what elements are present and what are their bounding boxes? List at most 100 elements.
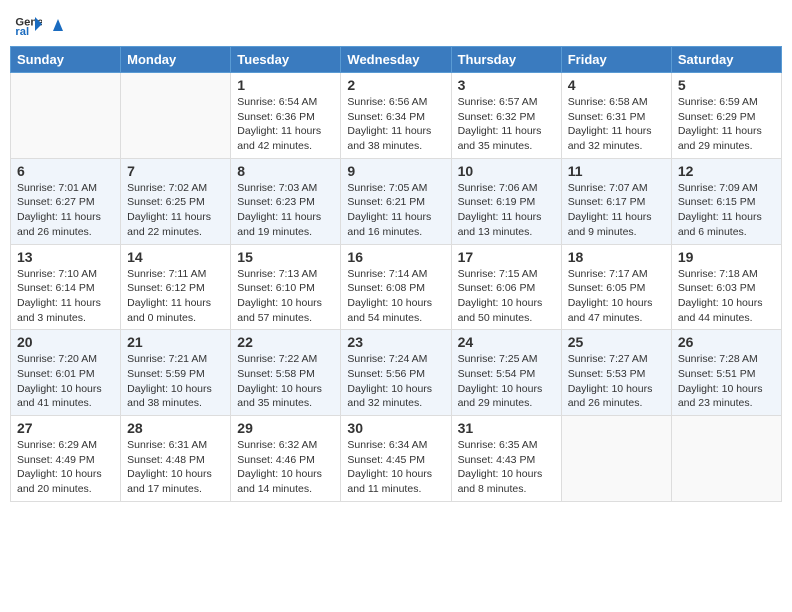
day-number: 31 (458, 420, 555, 436)
day-of-week-header: Saturday (671, 47, 781, 73)
calendar-cell: 1Sunrise: 6:54 AM Sunset: 6:36 PM Daylig… (231, 73, 341, 159)
calendar-cell: 20 Sunrise: 7:20 AM Sunset: 6:01 PM Dayli… (11, 330, 121, 416)
day-number: 5 (678, 77, 775, 93)
day-number: 27 (17, 420, 114, 436)
page-header: Gene ral (10, 10, 782, 38)
calendar-cell: 19 Sunrise: 7:18 AM Sunset: 6:03 PM Dayli… (671, 244, 781, 330)
day-number: 21 (127, 334, 224, 350)
day-info: Sunrise: 7:09 AM Sunset: 6:15 PM Dayligh… (678, 181, 775, 240)
day-info: Sunrise: 7:25 AM Sunset: 5:54 PM Dayligh… (458, 352, 555, 411)
calendar-cell (121, 73, 231, 159)
day-number: 18 (568, 249, 665, 265)
calendar-cell: 22 Sunrise: 7:22 AM Sunset: 5:58 PM Dayli… (231, 330, 341, 416)
calendar-cell: 9 Sunrise: 7:05 AM Sunset: 6:21 PM Daylig… (341, 158, 451, 244)
day-info: Sunrise: 6:29 AM Sunset: 4:49 PM Dayligh… (17, 438, 114, 497)
calendar-cell: 14 Sunrise: 7:11 AM Sunset: 6:12 PM Dayli… (121, 244, 231, 330)
calendar-cell: 21 Sunrise: 7:21 AM Sunset: 5:59 PM Dayli… (121, 330, 231, 416)
calendar-cell: 27 Sunrise: 6:29 AM Sunset: 4:49 PM Dayli… (11, 416, 121, 502)
day-info: Sunrise: 6:35 AM Sunset: 4:43 PM Dayligh… (458, 438, 555, 497)
day-info: Sunrise: 6:54 AM Sunset: 6:36 PM Dayligh… (237, 95, 334, 154)
day-number: 25 (568, 334, 665, 350)
day-number: 9 (347, 163, 444, 179)
calendar-cell: 7 Sunrise: 7:02 AM Sunset: 6:25 PM Daylig… (121, 158, 231, 244)
day-number: 30 (347, 420, 444, 436)
calendar-table: SundayMondayTuesdayWednesdayThursdayFrid… (10, 46, 782, 502)
calendar-cell: 6 Sunrise: 7:01 AM Sunset: 6:27 PM Daylig… (11, 158, 121, 244)
day-info: Sunrise: 6:34 AM Sunset: 4:45 PM Dayligh… (347, 438, 444, 497)
day-number: 4 (568, 77, 665, 93)
calendar-cell (11, 73, 121, 159)
day-info: Sunrise: 6:31 AM Sunset: 4:48 PM Dayligh… (127, 438, 224, 497)
calendar-cell: 29 Sunrise: 6:32 AM Sunset: 4:46 PM Dayli… (231, 416, 341, 502)
day-number: 6 (17, 163, 114, 179)
calendar-cell: 5Sunrise: 6:59 AM Sunset: 6:29 PM Daylig… (671, 73, 781, 159)
calendar-cell: 23Sunrise: 7:24 AM Sunset: 5:56 PM Dayli… (341, 330, 451, 416)
day-info: Sunrise: 7:22 AM Sunset: 5:58 PM Dayligh… (237, 352, 334, 411)
day-number: 28 (127, 420, 224, 436)
day-number: 12 (678, 163, 775, 179)
day-number: 22 (237, 334, 334, 350)
day-info: Sunrise: 7:02 AM Sunset: 6:25 PM Dayligh… (127, 181, 224, 240)
day-of-week-header: Friday (561, 47, 671, 73)
day-number: 17 (458, 249, 555, 265)
day-info: Sunrise: 7:05 AM Sunset: 6:21 PM Dayligh… (347, 181, 444, 240)
calendar-week-row: 20 Sunrise: 7:20 AM Sunset: 6:01 PM Dayli… (11, 330, 782, 416)
calendar-cell: 25Sunrise: 7:27 AM Sunset: 5:53 PM Dayli… (561, 330, 671, 416)
calendar-week-row: 6 Sunrise: 7:01 AM Sunset: 6:27 PM Daylig… (11, 158, 782, 244)
day-number: 11 (568, 163, 665, 179)
calendar-cell: 3 Sunrise: 6:57 AM Sunset: 6:32 PM Daylig… (451, 73, 561, 159)
calendar-cell: 4Sunrise: 6:58 AM Sunset: 6:31 PM Daylig… (561, 73, 671, 159)
calendar-header-row: SundayMondayTuesdayWednesdayThursdayFrid… (11, 47, 782, 73)
day-number: 3 (458, 77, 555, 93)
day-info: Sunrise: 7:13 AM Sunset: 6:10 PM Dayligh… (237, 267, 334, 326)
day-info: Sunrise: 6:56 AM Sunset: 6:34 PM Dayligh… (347, 95, 444, 154)
day-info: Sunrise: 7:15 AM Sunset: 6:06 PM Dayligh… (458, 267, 555, 326)
day-number: 8 (237, 163, 334, 179)
calendar-week-row: 27 Sunrise: 6:29 AM Sunset: 4:49 PM Dayli… (11, 416, 782, 502)
day-number: 10 (458, 163, 555, 179)
calendar-cell: 18 Sunrise: 7:17 AM Sunset: 6:05 PM Dayli… (561, 244, 671, 330)
logo-icon: Gene ral (14, 10, 42, 38)
calendar-cell: 30 Sunrise: 6:34 AM Sunset: 4:45 PM Dayli… (341, 416, 451, 502)
logo: Gene ral (14, 10, 70, 38)
calendar-cell (561, 416, 671, 502)
day-number: 26 (678, 334, 775, 350)
calendar-cell: 11 Sunrise: 7:07 AM Sunset: 6:17 PM Dayli… (561, 158, 671, 244)
day-number: 29 (237, 420, 334, 436)
day-number: 23 (347, 334, 444, 350)
day-info: Sunrise: 7:20 AM Sunset: 6:01 PM Dayligh… (17, 352, 114, 411)
calendar-cell: 12 Sunrise: 7:09 AM Sunset: 6:15 PM Dayli… (671, 158, 781, 244)
calendar-cell: 24Sunrise: 7:25 AM Sunset: 5:54 PM Dayli… (451, 330, 561, 416)
calendar-week-row: 1Sunrise: 6:54 AM Sunset: 6:36 PM Daylig… (11, 73, 782, 159)
day-info: Sunrise: 7:28 AM Sunset: 5:51 PM Dayligh… (678, 352, 775, 411)
day-info: Sunrise: 7:10 AM Sunset: 6:14 PM Dayligh… (17, 267, 114, 326)
calendar-cell: 31 Sunrise: 6:35 AM Sunset: 4:43 PM Dayli… (451, 416, 561, 502)
day-number: 7 (127, 163, 224, 179)
calendar-cell: 26 Sunrise: 7:28 AM Sunset: 5:51 PM Dayli… (671, 330, 781, 416)
calendar-cell: 8 Sunrise: 7:03 AM Sunset: 6:23 PM Daylig… (231, 158, 341, 244)
day-info: Sunrise: 7:18 AM Sunset: 6:03 PM Dayligh… (678, 267, 775, 326)
day-of-week-header: Sunday (11, 47, 121, 73)
day-info: Sunrise: 7:21 AM Sunset: 5:59 PM Dayligh… (127, 352, 224, 411)
day-number: 20 (17, 334, 114, 350)
day-number: 13 (17, 249, 114, 265)
day-of-week-header: Thursday (451, 47, 561, 73)
day-number: 14 (127, 249, 224, 265)
day-number: 2 (347, 77, 444, 93)
day-info: Sunrise: 7:01 AM Sunset: 6:27 PM Dayligh… (17, 181, 114, 240)
day-number: 15 (237, 249, 334, 265)
day-info: Sunrise: 7:03 AM Sunset: 6:23 PM Dayligh… (237, 181, 334, 240)
calendar-cell: 15 Sunrise: 7:13 AM Sunset: 6:10 PM Dayli… (231, 244, 341, 330)
day-info: Sunrise: 7:06 AM Sunset: 6:19 PM Dayligh… (458, 181, 555, 240)
day-info: Sunrise: 6:57 AM Sunset: 6:32 PM Dayligh… (458, 95, 555, 154)
calendar-week-row: 13 Sunrise: 7:10 AM Sunset: 6:14 PM Dayli… (11, 244, 782, 330)
day-info: Sunrise: 7:17 AM Sunset: 6:05 PM Dayligh… (568, 267, 665, 326)
day-info: Sunrise: 6:32 AM Sunset: 4:46 PM Dayligh… (237, 438, 334, 497)
day-of-week-header: Monday (121, 47, 231, 73)
day-info: Sunrise: 7:11 AM Sunset: 6:12 PM Dayligh… (127, 267, 224, 326)
calendar-cell: 13 Sunrise: 7:10 AM Sunset: 6:14 PM Dayli… (11, 244, 121, 330)
day-info: Sunrise: 7:07 AM Sunset: 6:17 PM Dayligh… (568, 181, 665, 240)
svg-text:ral: ral (15, 26, 29, 38)
calendar-cell: 17 Sunrise: 7:15 AM Sunset: 6:06 PM Dayli… (451, 244, 561, 330)
day-number: 19 (678, 249, 775, 265)
